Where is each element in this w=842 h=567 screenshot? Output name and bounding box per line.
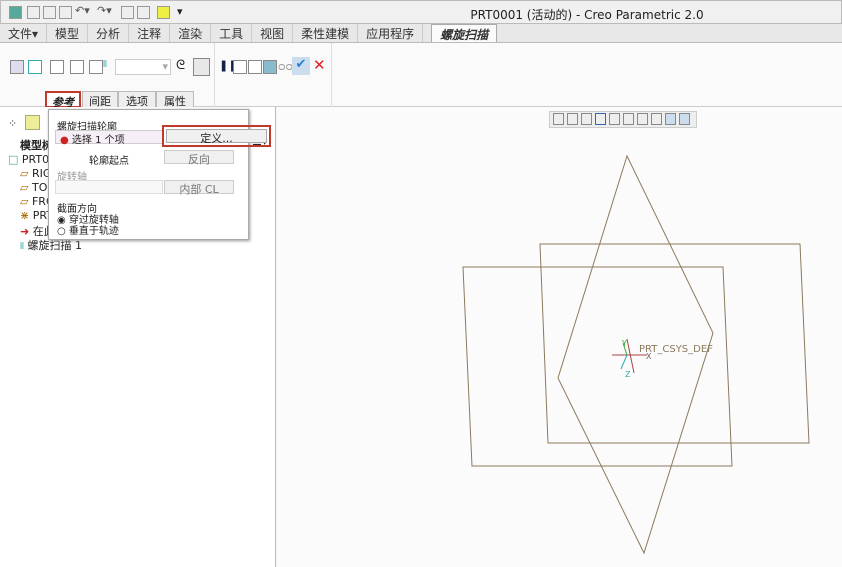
preview-icon[interactable]: [248, 60, 262, 74]
tab-render[interactable]: 渲染: [170, 24, 212, 42]
cancel-icon[interactable]: ✕: [313, 56, 326, 74]
solid-icon[interactable]: [10, 60, 24, 74]
model-tree-icon[interactable]: ⁘: [8, 117, 17, 130]
confirm-icon[interactable]: ✔: [292, 57, 310, 75]
csys-glyph: Y X Z PRT_CSYS_DEF: [612, 338, 713, 379]
model-view: Y X Z PRT_CSYS_DEF: [462, 154, 810, 555]
tab-flexible-modeling[interactable]: 柔性建模: [293, 24, 359, 42]
dashboard-tab-options[interactable]: 选项: [118, 91, 156, 108]
thickness-input[interactable]: ▾: [115, 59, 171, 75]
dashboard: ⦀ ▾ ᘓ ❚❚ ᴑᴑ ✔ ✕ 参考 间距 选项 属性: [0, 43, 842, 109]
tab-file[interactable]: 文件▾: [0, 24, 48, 42]
flip-button[interactable]: 反向: [164, 150, 234, 166]
csys-y-label: Y: [621, 339, 627, 348]
profile-collector[interactable]: ● 选择 1 个项: [55, 130, 163, 146]
define-button[interactable]: 定义...: [166, 129, 267, 145]
csys-z-label: Z: [625, 370, 631, 379]
glasses-icon[interactable]: ᴑᴑ: [278, 60, 293, 73]
title-bar: ↶▾ ↷▾ ▾ PRT0001 (活动的) - Creo Parametric …: [0, 0, 842, 24]
remove-material-icon[interactable]: [70, 60, 84, 74]
window-title: PRT0001 (活动的) - Creo Parametric 2.0: [470, 8, 704, 22]
internal-cl-button[interactable]: 内部 CL: [164, 180, 234, 196]
surface-icon[interactable]: [28, 60, 42, 74]
tab-view[interactable]: 视图: [252, 24, 294, 42]
verify-icon[interactable]: [263, 60, 277, 74]
dashboard-tab-pitch[interactable]: 间距: [82, 91, 118, 108]
references-panel: 螺旋扫描轮廓 ● 选择 1 个项 定义... 轮廓起点 反向 旋转轴 内部 CL…: [48, 109, 271, 240]
ribbon-tabs: 文件▾ 模型 分析 注释 渲染 工具 视图 柔性建模 应用程序 螺旋扫描: [0, 24, 842, 43]
csys-label: PRT_CSYS_DEF: [639, 344, 713, 355]
tab-model[interactable]: 模型: [47, 24, 89, 42]
tab-tools[interactable]: 工具: [211, 24, 253, 42]
dashboard-tab-references[interactable]: 参考: [45, 91, 81, 109]
tab-applications[interactable]: 应用程序: [358, 24, 424, 42]
right-handed-icon[interactable]: [193, 58, 210, 76]
layer-tree-icon[interactable]: [25, 115, 40, 130]
dashboard-tab-properties[interactable]: 属性: [156, 91, 194, 108]
tab-helical-sweep[interactable]: 螺旋扫描: [431, 24, 498, 42]
graphics-area[interactable]: Y X Z PRT_CSYS_DEF: [277, 107, 842, 567]
sketch-icon[interactable]: [50, 60, 64, 74]
thickness-icon: ⦀: [103, 60, 107, 70]
start-point-label: 轮廓起点: [89, 156, 129, 167]
axis-collector[interactable]: [55, 180, 163, 194]
datum-plane-front: [462, 266, 733, 467]
tab-annotate[interactable]: 注释: [129, 24, 171, 42]
no-preview-icon[interactable]: [233, 60, 247, 74]
left-handed-icon[interactable]: ᘓ: [176, 58, 185, 73]
radio-normal-to-trajectory[interactable]: ○ 垂直于轨迹: [57, 222, 119, 237]
thicken-icon[interactable]: [89, 60, 103, 74]
tab-analysis[interactable]: 分析: [88, 24, 130, 42]
